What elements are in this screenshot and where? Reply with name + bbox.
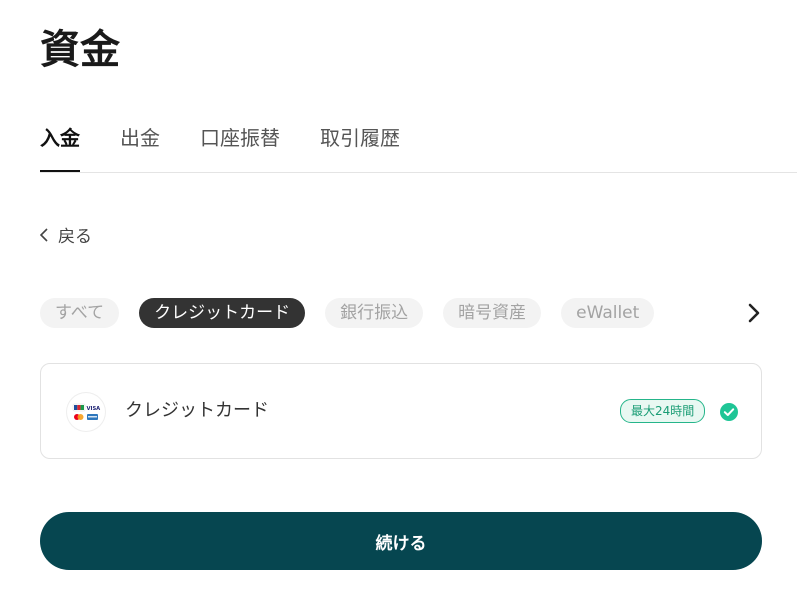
back-label: 戻る	[58, 227, 92, 247]
tab-history[interactable]: 取引履歴	[320, 118, 400, 172]
chevron-right-icon[interactable]	[744, 302, 764, 324]
back-button[interactable]: 戻る	[40, 222, 92, 247]
filter-chip-ewallet[interactable]: eWallet	[561, 298, 655, 328]
tab-withdraw[interactable]: 出金	[120, 118, 160, 172]
tab-deposit[interactable]: 入金	[40, 118, 80, 172]
filter-chip-credit-card[interactable]: クレジットカード	[139, 298, 306, 328]
filter-chip-all[interactable]: すべて	[40, 298, 120, 328]
funds-page: 資金 入金 出金 口座振替 取引履歴 戻る すべて クレジットカード 銀行振込 …	[0, 0, 797, 615]
continue-button[interactable]: 続ける	[40, 512, 762, 570]
tab-transfer[interactable]: 口座振替	[200, 118, 280, 172]
tabs-divider	[40, 172, 797, 173]
visa-logo-text: VISA	[87, 406, 101, 412]
card-brands-icon: VISA	[67, 393, 105, 431]
chevron-left-icon	[40, 227, 48, 242]
check-circle-icon	[720, 403, 738, 421]
payment-method-card[interactable]: VISA クレジットカード 最大24時間	[40, 363, 762, 459]
processing-time-badge: 最大24時間	[620, 399, 706, 423]
page-title: 資金	[40, 27, 120, 73]
filter-chip-bank-transfer[interactable]: 銀行振込	[325, 298, 424, 328]
method-filter-bar: すべて クレジットカード 銀行振込 暗号資産 eWallet	[40, 298, 674, 328]
tab-bar: 入金 出金 口座振替 取引履歴	[40, 118, 797, 172]
payment-method-name: クレジットカード	[125, 400, 269, 421]
filter-chip-crypto[interactable]: 暗号資産	[443, 298, 542, 328]
